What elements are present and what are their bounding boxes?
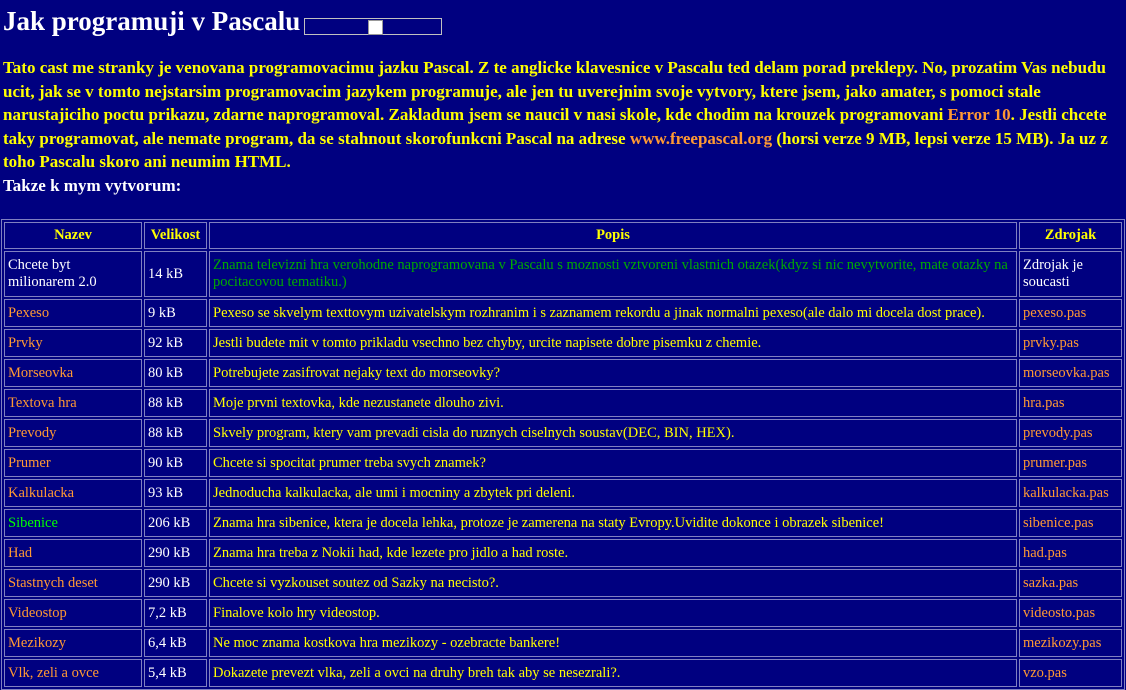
program-src-link[interactable]: pexeso.pas <box>1019 299 1122 327</box>
program-desc: Moje prvni textovka, kde nezustanete dlo… <box>209 389 1017 417</box>
table-row: Stastnych deset 290 kB Chcete si vyzkous… <box>4 569 1122 597</box>
table-row: Mezikozy 6,4 kB Ne moc znama kostkova hr… <box>4 629 1122 657</box>
table-row: Textova hra 88 kB Moje prvni textovka, k… <box>4 389 1122 417</box>
program-name-link[interactable]: Videostop <box>4 599 142 627</box>
table-row: Prumer 90 kB Chcete si spocitat prumer t… <box>4 449 1122 477</box>
program-desc: Chcete si vyzkouset soutez od Sazky na n… <box>209 569 1017 597</box>
program-size: 88 kB <box>144 389 207 417</box>
program-src-link[interactable]: prevody.pas <box>1019 419 1122 447</box>
program-name-link[interactable]: Prvky <box>4 329 142 357</box>
program-src-link[interactable]: vzo.pas <box>1019 659 1122 687</box>
program-src-link[interactable]: videosto.pas <box>1019 599 1122 627</box>
header-desc: Popis <box>209 222 1017 249</box>
program-size: 93 kB <box>144 479 207 507</box>
program-desc: Dokazete prevezt vlka, zeli a ovci na dr… <box>209 659 1017 687</box>
table-header-row: Nazev Velikost Popis Zdrojak <box>4 222 1122 249</box>
program-src-link[interactable]: mezikozy.pas <box>1019 629 1122 657</box>
program-name-link[interactable]: Had <box>4 539 142 567</box>
program-size: 9 kB <box>144 299 207 327</box>
program-name-link[interactable]: Prevody <box>4 419 142 447</box>
error10-link[interactable]: Error 10 <box>948 105 1011 124</box>
program-size: 7,2 kB <box>144 599 207 627</box>
program-size: 6,4 kB <box>144 629 207 657</box>
program-name-link[interactable]: Textova hra <box>4 389 142 417</box>
page: Jak programuji v Pascalu Tato cast me st… <box>0 0 1126 690</box>
program-size: 14 kB <box>144 251 207 297</box>
program-desc: Potrebujete zasifrovat nejaky text do mo… <box>209 359 1017 387</box>
table-row: Prvky 92 kB Jestli budete mit v tomto pr… <box>4 329 1122 357</box>
program-src-link[interactable]: prvky.pas <box>1019 329 1122 357</box>
program-name: Chcete byt milionarem 2.0 <box>4 251 142 297</box>
programs-table: Nazev Velikost Popis Zdrojak Chcete byt … <box>1 219 1125 690</box>
program-desc: Znama hra treba z Nokii had, kde lezete … <box>209 539 1017 567</box>
intro-text-4: Takze k mym vytvorum: <box>3 175 182 195</box>
table-row: Sibenice 206 kB Znama hra sibenice, kter… <box>4 509 1122 537</box>
program-name-link[interactable]: Prumer <box>4 449 142 477</box>
program-desc: Skvely program, ktery vam prevadi cisla … <box>209 419 1017 447</box>
intro-text-1: Tato cast me stranky je venovana program… <box>3 58 1106 124</box>
table-row: Prevody 88 kB Skvely program, ktery vam … <box>4 419 1122 447</box>
program-src-link[interactable]: morseovka.pas <box>1019 359 1122 387</box>
header-name: Nazev <box>4 222 142 249</box>
program-desc: Ne moc znama kostkova hra mezikozy - oze… <box>209 629 1017 657</box>
program-src-link[interactable]: had.pas <box>1019 539 1122 567</box>
program-desc: Znama televizni hra verohodne naprogramo… <box>209 251 1017 297</box>
table-row: Videostop 7,2 kB Finalove kolo hry video… <box>4 599 1122 627</box>
program-desc: Chcete si spocitat prumer treba svych zn… <box>209 449 1017 477</box>
program-size: 290 kB <box>144 539 207 567</box>
program-src-link[interactable]: hra.pas <box>1019 389 1122 417</box>
banner-image[interactable] <box>304 18 443 35</box>
program-size: 290 kB <box>144 569 207 597</box>
program-name-link[interactable]: Pexeso <box>4 299 142 327</box>
program-size: 80 kB <box>144 359 207 387</box>
program-desc: Jestli budete mit v tomto prikladu vsech… <box>209 329 1017 357</box>
program-desc: Pexeso se skvelym texttovym uzivatelskym… <box>209 299 1017 327</box>
program-size: 206 kB <box>144 509 207 537</box>
program-src-link[interactable]: sazka.pas <box>1019 569 1122 597</box>
program-name-link[interactable]: Stastnych deset <box>4 569 142 597</box>
header-src: Zdrojak <box>1019 222 1122 249</box>
program-src-link[interactable]: prumer.pas <box>1019 449 1122 477</box>
program-name-link[interactable]: Morseovka <box>4 359 142 387</box>
program-size: 88 kB <box>144 419 207 447</box>
program-desc: Jednoducha kalkulacka, ale umi i mocniny… <box>209 479 1017 507</box>
program-src: Zdrojak je soucasti <box>1019 251 1122 297</box>
page-title: Jak programuji v Pascalu <box>3 0 1123 38</box>
page-title-text: Jak programuji v Pascalu <box>3 6 301 36</box>
program-src-link[interactable]: sibenice.pas <box>1019 509 1122 537</box>
table-row: Morseovka 80 kB Potrebujete zasifrovat n… <box>4 359 1122 387</box>
table-row: Kalkulacka 93 kB Jednoducha kalkulacka, … <box>4 479 1122 507</box>
program-name-link[interactable]: Vlk, zeli a ovce <box>4 659 142 687</box>
table-row: Chcete byt milionarem 2.0 14 kB Znama te… <box>4 251 1122 297</box>
program-size: 90 kB <box>144 449 207 477</box>
table-row: Had 290 kB Znama hra treba z Nokii had, … <box>4 539 1122 567</box>
intro-paragraph: Tato cast me stranky je venovana program… <box>3 56 1113 197</box>
program-name-link[interactable]: Sibenice <box>4 509 142 537</box>
program-name-link[interactable]: Kalkulacka <box>4 479 142 507</box>
program-size: 5,4 kB <box>144 659 207 687</box>
freepascal-link[interactable]: www.freepascal.org <box>630 129 772 148</box>
program-desc: Finalove kolo hry videostop. <box>209 599 1017 627</box>
program-src-link[interactable]: kalkulacka.pas <box>1019 479 1122 507</box>
broken-image-icon <box>368 20 384 35</box>
header-size: Velikost <box>144 222 207 249</box>
table-row: Pexeso 9 kB Pexeso se skvelym texttovym … <box>4 299 1122 327</box>
program-desc: Znama hra sibenice, ktera je docela lehk… <box>209 509 1017 537</box>
program-size: 92 kB <box>144 329 207 357</box>
program-name-link[interactable]: Mezikozy <box>4 629 142 657</box>
table-row: Vlk, zeli a ovce 5,4 kB Dokazete prevezt… <box>4 659 1122 687</box>
